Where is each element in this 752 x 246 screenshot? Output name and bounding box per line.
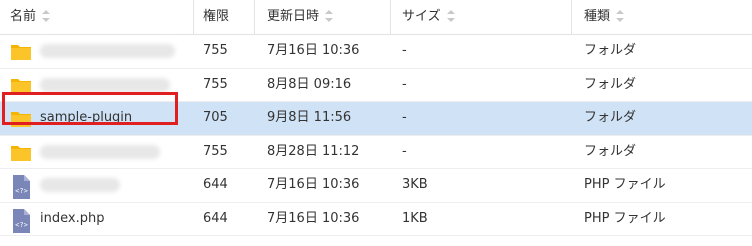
modified-cell: 9月8日 11:56 <box>267 110 352 125</box>
redacted-file-name <box>40 77 170 92</box>
permission-cell: 755 <box>203 143 228 159</box>
folder-icon <box>10 41 32 63</box>
modified-cell: 7月16日 10:36 <box>267 210 360 226</box>
type-cell: フォルダ <box>584 43 637 58</box>
column-header-permission[interactable]: 権限 <box>203 0 229 34</box>
table-row[interactable]: <?> index.php 644 7月16日 10:36 1KB PHP ファ… <box>0 203 752 236</box>
folder-icon <box>10 142 32 164</box>
file-name-cell[interactable] <box>10 35 190 67</box>
sort-icon <box>446 9 455 22</box>
redacted-file-name <box>40 44 175 58</box>
table-row[interactable]: 755 8月28日 11:12 - フォルダ <box>0 136 752 169</box>
column-header-name[interactable]: 名前 <box>10 0 51 34</box>
file-name-cell[interactable]: <?> index.php <box>10 203 190 235</box>
table-row[interactable]: <?> 644 7月16日 10:36 3KB PHP ファイル <box>0 169 752 203</box>
size-cell: - <box>402 43 407 58</box>
column-divider[interactable] <box>193 0 194 34</box>
table-row[interactable]: 755 8月8日 09:16 - フォルダ <box>0 69 752 102</box>
column-header-modified-label: 更新日時 <box>267 9 320 24</box>
column-divider[interactable] <box>571 0 572 34</box>
type-cell: フォルダ <box>584 143 637 159</box>
php-file-icon: <?> <box>10 208 32 233</box>
permission-cell: 755 <box>203 76 228 92</box>
permission-cell: 644 <box>203 177 228 192</box>
file-name-label: index.php <box>40 210 105 226</box>
type-cell: フォルダ <box>584 76 637 92</box>
size-cell: - <box>402 143 407 159</box>
permission-cell: 705 <box>203 110 228 125</box>
type-cell: PHP ファイル <box>584 210 666 226</box>
column-divider[interactable] <box>390 0 391 34</box>
sort-icon <box>616 9 625 22</box>
column-header-type[interactable]: 種類 <box>584 0 625 34</box>
size-cell: 3KB <box>402 177 428 192</box>
size-cell: - <box>402 110 407 125</box>
file-name-label: sample-plugin <box>40 110 133 125</box>
column-header-modified[interactable]: 更新日時 <box>267 0 334 34</box>
column-header-type-label: 種類 <box>584 9 611 24</box>
sort-icon <box>325 9 334 22</box>
svg-text:<?>: <?> <box>15 221 28 229</box>
modified-cell: 8月28日 11:12 <box>267 143 360 159</box>
column-header-size-label: サイズ <box>402 9 441 24</box>
php-file-icon: <?> <box>10 175 32 199</box>
permission-cell: 644 <box>203 210 228 226</box>
type-cell: PHP ファイル <box>584 177 666 192</box>
permission-cell: 755 <box>203 43 228 58</box>
type-cell: フォルダ <box>584 110 637 125</box>
column-divider[interactable] <box>254 0 255 34</box>
size-cell: - <box>402 76 407 92</box>
file-list-table: 名前 権限 更新日時 サイズ 種類 755 7月16日 10:36 - フォルダ <box>0 0 752 236</box>
folder-icon <box>10 75 32 97</box>
size-cell: 1KB <box>402 210 428 226</box>
folder-icon <box>10 108 32 130</box>
column-header-name-label: 名前 <box>10 9 37 24</box>
modified-cell: 8月8日 09:16 <box>267 76 352 92</box>
modified-cell: 7月16日 10:36 <box>267 177 360 192</box>
redacted-file-name <box>40 178 120 192</box>
file-name-cell[interactable] <box>10 69 190 101</box>
file-name-cell[interactable] <box>10 136 190 168</box>
redacted-file-name <box>40 144 160 159</box>
table-row[interactable]: 755 7月16日 10:36 - フォルダ <box>0 35 752 69</box>
table-header: 名前 権限 更新日時 サイズ 種類 <box>0 0 752 35</box>
modified-cell: 7月16日 10:36 <box>267 43 360 58</box>
table-row-selected[interactable]: sample-plugin 705 9月8日 11:56 - フォルダ <box>0 102 752 136</box>
file-name-cell[interactable]: sample-plugin <box>10 102 190 134</box>
sort-icon <box>42 9 51 22</box>
column-header-permission-label: 権限 <box>203 9 230 24</box>
file-name-cell[interactable]: <?> <box>10 169 190 201</box>
column-header-size[interactable]: サイズ <box>402 0 455 34</box>
svg-text:<?>: <?> <box>15 187 28 195</box>
